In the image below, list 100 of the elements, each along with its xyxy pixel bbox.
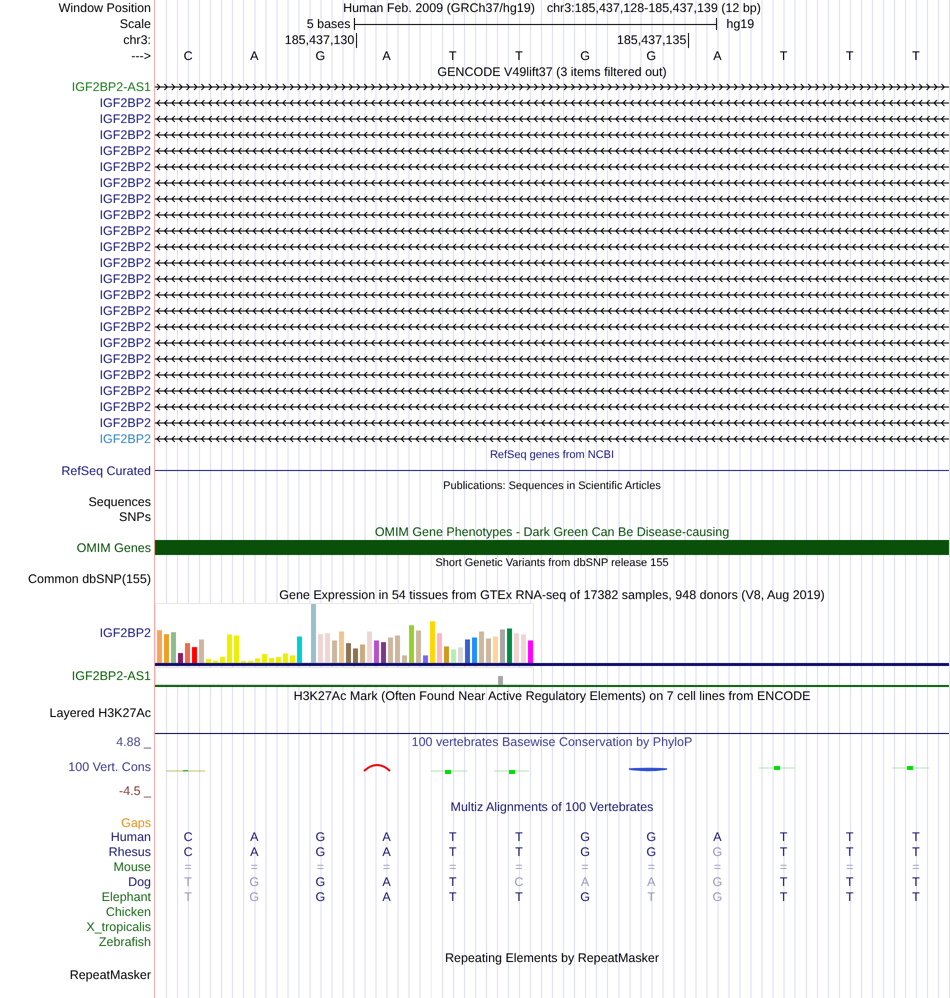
gene-strand-line[interactable] xyxy=(155,98,949,108)
gene-strand-line[interactable] xyxy=(155,338,949,348)
sequence-base: T xyxy=(514,49,524,63)
assembly-name: hg19 xyxy=(725,17,756,31)
gene-strand-line[interactable] xyxy=(155,162,949,172)
gene-strand-line[interactable] xyxy=(155,418,949,428)
species-label[interactable]: Human xyxy=(110,830,151,844)
gene-strand-line[interactable] xyxy=(155,210,949,220)
gene-strand-line[interactable] xyxy=(155,114,949,124)
aligned-base: T xyxy=(778,890,788,904)
track-label[interactable]: SNPs xyxy=(119,510,151,524)
gene-label[interactable]: IGF2BP2 xyxy=(100,384,151,398)
gene-strand-line[interactable] xyxy=(155,306,949,316)
aligned-base: = xyxy=(580,860,590,874)
gene-label[interactable]: IGF2BP2 xyxy=(100,416,151,430)
aligned-base: T xyxy=(911,844,921,858)
gene-strand-line[interactable] xyxy=(155,82,949,92)
aligned-base: G xyxy=(314,830,326,844)
aligned-base: G xyxy=(712,844,724,858)
gene-label[interactable]: IGF2BP2-AS1 xyxy=(72,80,151,94)
sequence-base: A xyxy=(712,49,723,63)
aligned-base: = xyxy=(316,860,326,874)
gene-label[interactable]: IGF2BP2 xyxy=(100,176,151,190)
track-label[interactable]: IGF2BP2-AS1 xyxy=(72,668,151,682)
species-label[interactable]: Mouse xyxy=(113,860,151,874)
gene-strand-line[interactable] xyxy=(155,226,949,236)
species-label[interactable]: X_tropicalis xyxy=(86,920,151,934)
gene-strand-line[interactable] xyxy=(155,258,949,268)
aligned-base: T xyxy=(646,890,656,904)
aligned-base: T xyxy=(514,844,524,858)
gene-strand-line[interactable] xyxy=(155,290,949,300)
aligned-base: = xyxy=(448,860,458,874)
aligned-base: A xyxy=(381,844,392,858)
species-label[interactable]: Rhesus xyxy=(108,844,151,858)
aligned-base: G xyxy=(645,830,658,844)
species-label[interactable]: Zebrafish xyxy=(98,934,151,948)
gene-label[interactable]: IGF2BP2 xyxy=(100,240,151,254)
track-label[interactable]: Sequences xyxy=(88,494,151,508)
species-label[interactable]: Dog xyxy=(128,874,151,888)
track-label[interactable]: RefSeq Curated xyxy=(61,464,151,478)
aligned-base: T xyxy=(448,830,458,844)
gene-label[interactable]: IGF2BP2 xyxy=(100,192,151,206)
coordinate-tick: 185,437,130 xyxy=(284,33,358,48)
gene-label[interactable]: IGF2BP2 xyxy=(100,288,151,302)
gene-label[interactable]: IGF2BP2 xyxy=(100,208,151,222)
sequence-base: T xyxy=(844,49,855,63)
gene-strand-line[interactable] xyxy=(155,274,949,284)
gene-label[interactable]: IGF2BP2 xyxy=(100,320,151,334)
gene-label[interactable]: IGF2BP2 xyxy=(100,272,151,286)
aligned-base: A xyxy=(712,830,723,844)
species-label[interactable]: Chicken xyxy=(106,904,151,918)
track-label[interactable]: RepeatMasker xyxy=(70,968,151,982)
gene-strand-line[interactable] xyxy=(155,434,949,444)
row-label[interactable]: Window Position xyxy=(58,1,151,15)
gene-strand-line[interactable] xyxy=(155,386,949,396)
gene-strand-line[interactable] xyxy=(155,354,949,364)
row-label[interactable]: Scale xyxy=(120,17,151,31)
row-label[interactable]: chr3: xyxy=(123,33,151,47)
track-label[interactable]: IGF2BP2 xyxy=(100,626,151,640)
aligned-base: = xyxy=(514,860,524,874)
gene-strand-line[interactable] xyxy=(155,178,949,188)
gene-label[interactable]: IGF2BP2 xyxy=(100,432,151,446)
gene-label[interactable]: IGF2BP2 xyxy=(100,352,151,366)
strand-label[interactable]: ---> xyxy=(131,49,151,63)
axis-min-label[interactable]: -4.5 _ xyxy=(119,784,151,798)
expression-bars-drawing[interactable] xyxy=(155,603,535,663)
aligned-base: G xyxy=(645,844,658,858)
gene-strand-line[interactable] xyxy=(155,402,949,412)
gene-label[interactable]: IGF2BP2 xyxy=(100,160,151,174)
scale-text: 5 bases xyxy=(306,17,352,31)
gene-strand-line[interactable] xyxy=(155,146,949,156)
aligned-base: = xyxy=(845,860,854,874)
sequence-base: T xyxy=(778,49,788,63)
track-title: Short Genetic Variants from dbSNP release 155 xyxy=(435,557,669,569)
gene-strand-line[interactable] xyxy=(155,370,949,380)
track-label[interactable]: OMIM Genes xyxy=(76,540,151,554)
gene-label[interactable]: IGF2BP2 xyxy=(100,224,151,238)
gene-strand-line[interactable] xyxy=(155,322,949,332)
aligned-base: T xyxy=(183,874,193,888)
track-label[interactable]: 100 Vert. Cons xyxy=(68,760,151,774)
gene-label[interactable]: IGF2BP2 xyxy=(100,368,151,382)
axis-max-label[interactable]: 4.88 _ xyxy=(116,735,151,749)
gene-label[interactable]: IGF2BP2 xyxy=(100,304,151,318)
species-label[interactable]: Elephant xyxy=(102,890,151,904)
gene-label[interactable]: IGF2BP2 xyxy=(100,336,151,350)
gene-label[interactable]: IGF2BP2 xyxy=(100,128,151,142)
gene-strand-line[interactable] xyxy=(155,242,949,252)
gene-strand-line[interactable] xyxy=(155,194,949,204)
track-label[interactable]: Layered H3K27Ac xyxy=(50,706,151,720)
assembly-text: Human Feb. 2009 (GRCh37/hg19) xyxy=(343,1,535,15)
track-label[interactable]: Common dbSNP(155) xyxy=(28,572,151,586)
gene-strand-line[interactable] xyxy=(155,130,949,140)
aligned-base: = xyxy=(712,860,722,874)
aligned-base: A xyxy=(580,874,590,888)
gene-label[interactable]: IGF2BP2 xyxy=(100,144,151,158)
gene-label[interactable]: IGF2BP2 xyxy=(100,400,151,414)
gene-label[interactable]: IGF2BP2 xyxy=(100,96,151,110)
track-title: GENCODE V49lift37 (3 items filtered out) xyxy=(437,64,667,78)
gene-label[interactable]: IGF2BP2 xyxy=(100,256,151,270)
gene-label[interactable]: IGF2BP2 xyxy=(100,112,151,126)
